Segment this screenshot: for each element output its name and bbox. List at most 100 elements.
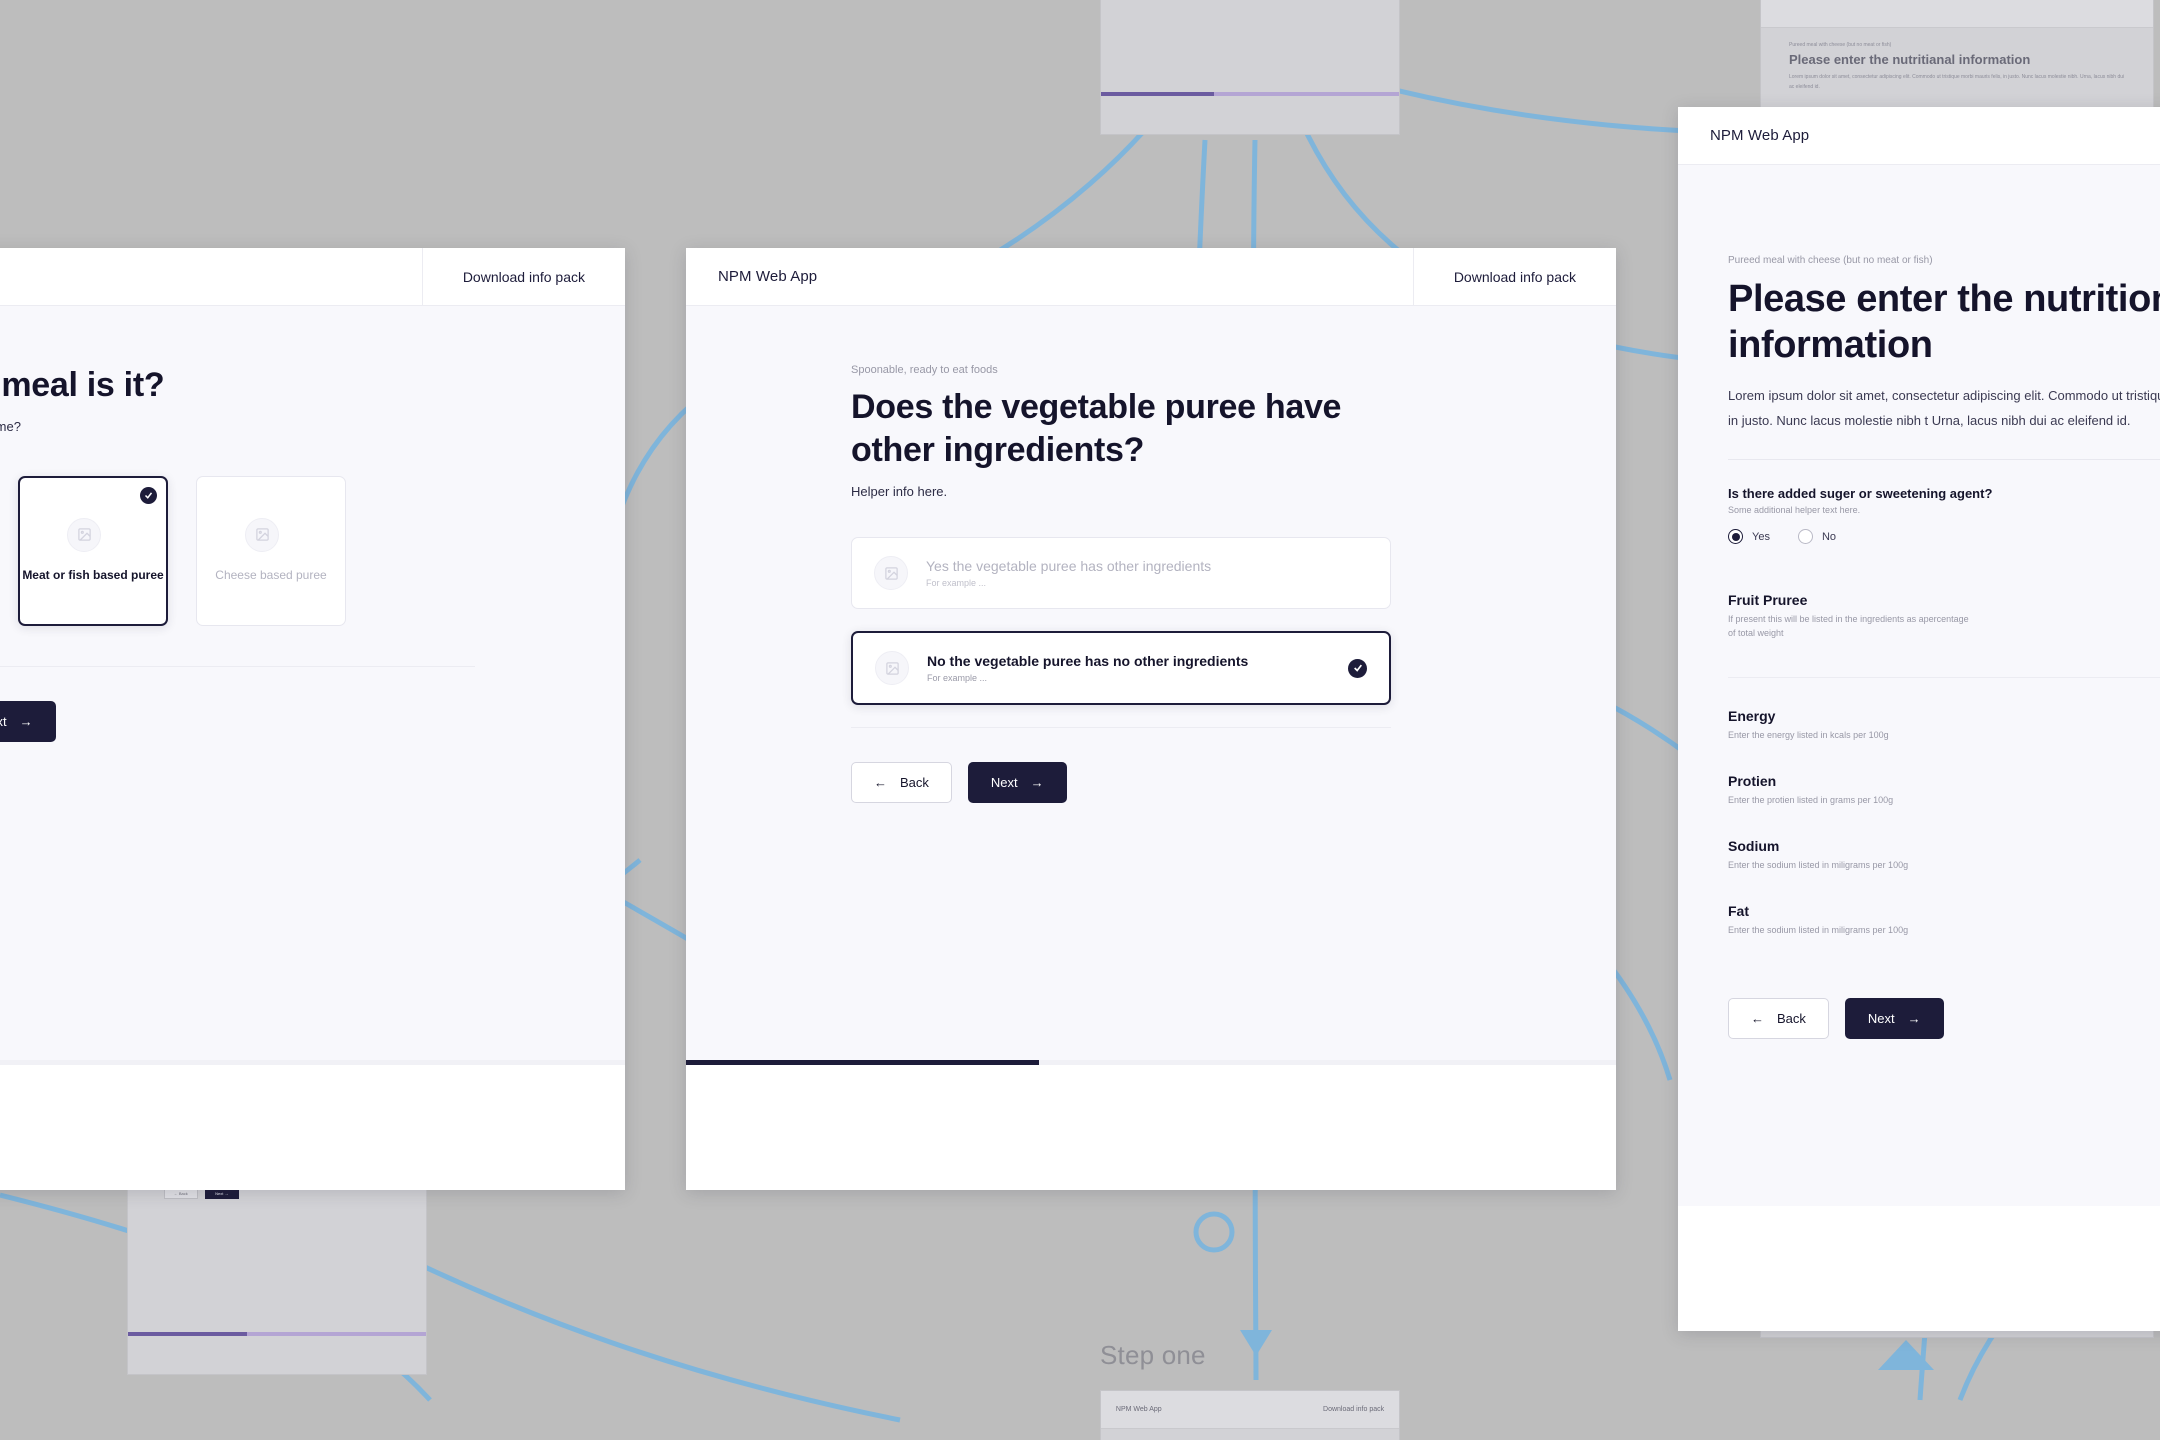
mock-progress-bar (128, 1331, 426, 1336)
nutrition-row-text: Energy Enter the energy listed in kcals … (1728, 708, 1889, 743)
back-button-label: Back (1777, 1011, 1806, 1027)
nutrition-row: Fruit Pruree If present this will be lis… (1728, 578, 2160, 655)
right-paragraph: Lorem ipsum dolor sit amet, consectetur … (1728, 387, 2160, 429)
right-frame-body: Pureed meal with cheese (but no meat or … (1678, 165, 2160, 1206)
check-icon (140, 487, 157, 505)
progress-bar-fill (686, 1060, 1040, 1065)
meal-type-tile-label: Cheese based puree (215, 567, 327, 582)
nutrition-row-text: Fruit Pruree If present this will be lis… (1728, 592, 1978, 641)
left-frame-header-left: NPM Web App (0, 268, 422, 285)
nutrition-row-sub: Enter the energy listed in kcals per 100… (1728, 730, 1889, 741)
divider (1728, 459, 2160, 461)
option-row[interactable]: Yes the vegetable puree has other ingred… (851, 537, 1391, 610)
arrow-right-icon: → (1030, 775, 1044, 791)
center-frame-body: Spoonable, ready to eat foods Does the v… (686, 306, 1616, 1065)
nutrition-row: Energy Enter the energy listed in kcals … (1728, 694, 2160, 759)
progress-bar (686, 1060, 1616, 1065)
left-frame: NPM Web App Download info pack of pureed… (0, 248, 625, 1190)
nutrition-row-label: Fat (1728, 903, 1749, 920)
next-button[interactable]: Next → (967, 762, 1067, 804)
image-placeholder-icon (67, 517, 101, 552)
option-subtitle: For example ... (927, 673, 988, 684)
left-frame-header: NPM Web App Download info pack (0, 248, 625, 306)
nutrition-row-label: Sodium (1728, 838, 1780, 855)
next-button[interactable]: Next → (0, 701, 56, 743)
progress-bar (0, 1060, 625, 1065)
back-button[interactable]: ← Back (851, 762, 952, 804)
next-button-label: Next (0, 714, 7, 730)
mock-download-link: Download info pack (1323, 1406, 1385, 1414)
right-eyebrow: Pureed meal with cheese (but no meat or … (1728, 255, 1933, 266)
radio-no[interactable]: No (1797, 529, 1837, 545)
right-frame: NPM Web App Pureed meal with cheese (but… (1678, 107, 2160, 1331)
nutrition-row-label: Energy (1728, 708, 1776, 725)
nutrition-row-label: Protien (1728, 773, 1777, 790)
divider (1728, 677, 2160, 679)
mock-eyebrow: Pureed meal with cheese (but no meat or … (1789, 41, 1892, 48)
download-info-pack-label: Download info pack (462, 268, 585, 285)
radio-yes-label: Yes (1752, 530, 1770, 543)
mock-progress-bar (1101, 91, 1399, 96)
arrow-right-icon: → (1907, 1011, 1921, 1027)
helper-text: Helper info here. (851, 484, 948, 500)
download-info-pack-button[interactable]: Download info pack (1412, 248, 1616, 305)
nutrition-row-sub: Enter the sodium listed in miligrams per… (1728, 860, 1909, 871)
option-title: No the vegetable puree has no other ingr… (927, 653, 1249, 670)
page-title: Does the vegetable puree have other ingr… (851, 388, 1342, 470)
nutrition-row: Protien Enter the protien listed in gram… (1728, 759, 2160, 824)
option-text: No the vegetable puree has no other ingr… (927, 653, 1348, 683)
next-button-label: Next (1867, 1011, 1895, 1027)
app-title: NPM Web App (718, 268, 818, 285)
center-frame-footer (686, 1065, 1616, 1190)
mock-app-title: NPM Web App (1115, 1406, 1162, 1414)
right-page-title: Please enter the nutritional information (1728, 278, 2160, 367)
divider (851, 727, 1391, 729)
nutrition-row-text: Fat Enter the sodium listed in miligrams… (1728, 903, 1908, 938)
option-row-selected[interactable]: No the vegetable puree has no other ingr… (851, 631, 1391, 706)
nutrition-row-sub: Enter the sodium listed in miligrams per… (1728, 925, 1909, 936)
option-title: Yes the vegetable puree has other ingred… (926, 558, 1212, 575)
options-list: Yes the vegetable puree has other ingred… (851, 537, 1391, 729)
nutrition-row-text: Protien Enter the protien listed in gram… (1728, 773, 1893, 808)
radio-no-dot[interactable] (1797, 529, 1813, 545)
meal-type-tile[interactable]: Cheese based puree (196, 476, 346, 627)
left-helper-text: ture a meat or fish in it's name? (0, 419, 21, 435)
radio-no-label: No (1821, 530, 1837, 543)
left-frame-body: of pureed meal is it? ture a meat or fis… (0, 306, 625, 1065)
app-title: NPM Web App (1710, 127, 1810, 144)
sugar-radio-group: Yes No (1728, 529, 2160, 545)
sugar-question-label: Is there added suger or sweetening agent… (1728, 486, 1993, 502)
nutrition-row-label: Fruit Pruree (1728, 592, 1808, 609)
meal-type-tile-selected[interactable]: Meat or fish based puree (18, 476, 168, 627)
background-mockup: NPM Web App Download info pack (1100, 0, 1400, 135)
back-button-label: Back (900, 775, 929, 791)
center-frame-header-left: NPM Web App (686, 268, 1413, 285)
back-button[interactable]: ← Back (1728, 998, 1829, 1040)
image-placeholder-icon (245, 517, 279, 552)
center-frame-header: NPM Web App Download info pack (686, 248, 1616, 306)
download-info-pack-label: Download info pack (1453, 268, 1576, 285)
sugar-question: Is there added suger or sweetening agent… (1728, 486, 2160, 545)
left-frame-footer (0, 1065, 625, 1190)
option-text: Yes the vegetable puree has other ingred… (926, 558, 1368, 588)
radio-yes[interactable]: Yes (1728, 529, 1770, 545)
step-label: Step one (1100, 1340, 1206, 1370)
arrow-right-icon: → (19, 714, 33, 730)
next-button-label: Next (990, 775, 1018, 791)
radio-yes-dot[interactable] (1728, 529, 1743, 545)
check-icon (1348, 658, 1367, 678)
arrow-left-icon: ← (1751, 1011, 1764, 1027)
option-subtitle: For example ... (926, 578, 987, 589)
center-eyebrow: Spoonable, ready to eat foods (851, 364, 998, 376)
next-button[interactable]: Next → (1844, 998, 1944, 1040)
background-mockup: NPM Web App Download info pack Is meat o… (1100, 1390, 1400, 1440)
nutrition-row-sub: If present this will be listed in the in… (1728, 614, 1969, 639)
meal-type-tile-label: Meat or fish based puree (22, 567, 164, 582)
nutrition-row-sub: Enter the protien listed in grams per 10… (1728, 795, 1894, 806)
download-info-pack-button[interactable]: Download info pack (421, 248, 625, 305)
left-page-title: of pureed meal is it? (0, 366, 165, 404)
nutrition-row: Fat Enter the sodium listed in miligrams… (1728, 889, 2160, 954)
arrow-left-icon: ← (874, 775, 887, 791)
center-frame: NPM Web App Download info pack Spoonable… (686, 248, 1616, 1190)
nutrition-row: Sodium Enter the sodium listed in miligr… (1728, 824, 2160, 889)
